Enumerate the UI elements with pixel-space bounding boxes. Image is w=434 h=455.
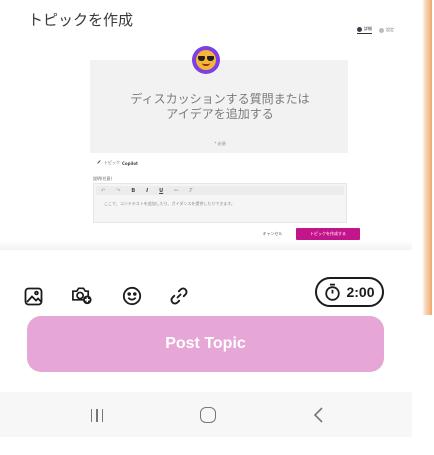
camera-plus-icon[interactable] — [71, 284, 93, 306]
screenshot-bottom-edge — [0, 240, 412, 250]
redo-icon[interactable]: ↷ — [116, 188, 120, 194]
settings-icon — [379, 27, 384, 33]
emoji-smile — [202, 63, 210, 66]
bold-button[interactable]: B — [131, 188, 135, 194]
app-screen: トピックを作成 詳細 設定 ディスカッションする質問またはアイデアを追加する *… — [0, 0, 434, 455]
description-label: 説明(任意) — [93, 176, 113, 181]
details-icon — [357, 26, 362, 32]
home-button[interactable] — [195, 402, 221, 428]
view-tabs: 詳細 設定 — [357, 26, 394, 34]
copilot-button[interactable]: トピック Copilot — [97, 160, 138, 166]
clear-format-icon[interactable]: T̸ — [189, 188, 192, 194]
link-chain-icon[interactable] — [168, 285, 190, 307]
topic-screenshot: トピックを作成 詳細 設定 ディスカッションする質問またはアイデアを追加する *… — [20, 0, 412, 252]
timer-value: 2:00 — [346, 284, 375, 300]
post-topic-button[interactable]: Post Topic — [27, 316, 384, 372]
emoji-glasses — [198, 56, 214, 61]
tab-details[interactable]: 詳細 — [357, 26, 372, 34]
copilot-prefix: トピック — [104, 160, 120, 165]
topic-prompt[interactable]: ディスカッションする質問またはアイデアを追加する — [125, 92, 315, 122]
cancel-button[interactable]: キャンセル — [253, 229, 292, 239]
screenshot-title: トピックを作成 — [28, 11, 134, 29]
back-button[interactable] — [305, 402, 331, 428]
required-note: * 必須 — [214, 141, 226, 146]
system-nav-bar — [0, 392, 412, 437]
magic-wand-icon — [97, 160, 103, 166]
underline-button[interactable]: U — [159, 188, 163, 194]
stopwatch-icon — [325, 283, 341, 301]
image-icon[interactable] — [22, 285, 44, 307]
create-topic-button[interactable]: トピックを作成する — [296, 228, 360, 240]
description-editor[interactable]: ↶ ↷ B I U ⚯ T̸ ここで、コンテキストを追加したり、ガイダンスを提供… — [93, 183, 347, 223]
right-edge-gradient — [422, 0, 432, 315]
tab-details-label: 詳細 — [364, 26, 372, 31]
undo-icon[interactable]: ↶ — [101, 188, 105, 194]
tab-settings-label: 設定 — [386, 27, 394, 32]
editor-toolbar: ↶ ↷ B I U ⚯ T̸ — [96, 186, 344, 195]
sunglasses-emoji-icon — [192, 46, 220, 74]
back-chevron-icon — [313, 407, 323, 423]
recents-button[interactable] — [84, 402, 110, 428]
italic-button[interactable]: I — [146, 188, 148, 194]
copilot-name: Copilot — [122, 160, 138, 166]
description-placeholder: ここで、コンテキストを追加したり、ガイダンスを提供したりできます。 — [104, 201, 235, 206]
emoji-face — [196, 50, 216, 70]
link-icon[interactable]: ⚯ — [174, 188, 178, 194]
timer-button[interactable]: 2:00 — [315, 277, 384, 307]
emoji-icon[interactable] — [121, 285, 143, 307]
tab-settings[interactable]: 設定 — [379, 26, 394, 34]
